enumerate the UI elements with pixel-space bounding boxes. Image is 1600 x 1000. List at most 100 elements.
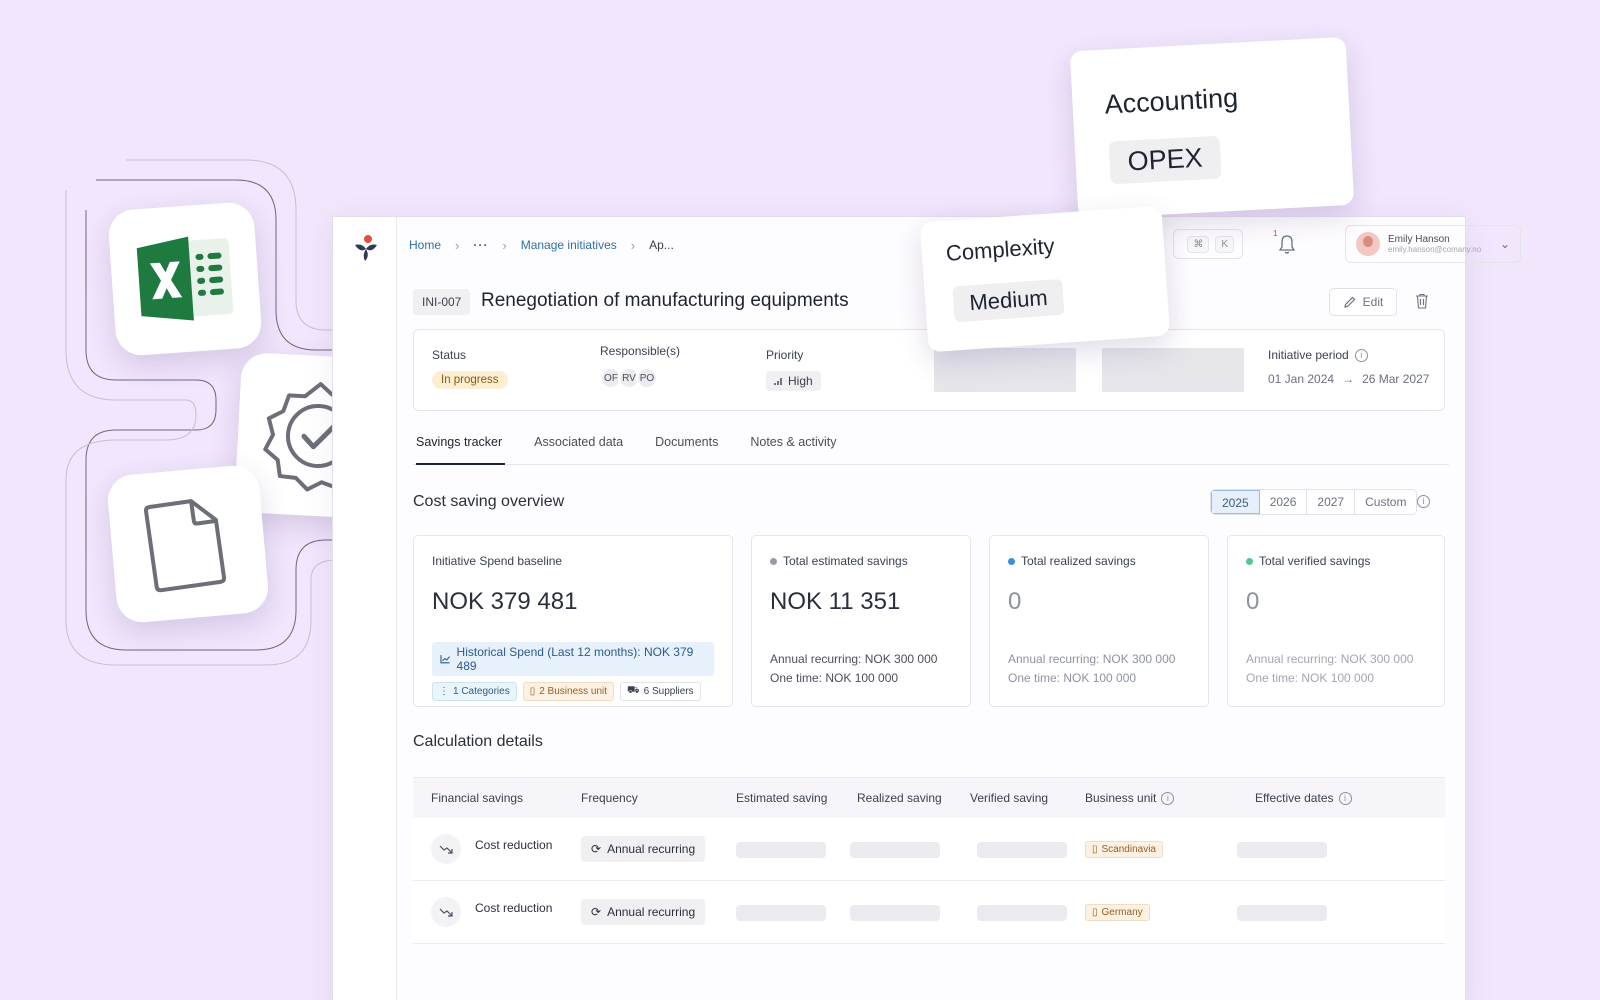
year-option[interactable]: 2027 bbox=[1307, 490, 1356, 514]
refresh-icon: ⟳ bbox=[591, 842, 602, 856]
period-end: 26 Mar 2027 bbox=[1362, 372, 1430, 386]
annual-recurring: Annual recurring: NOK 300 000 bbox=[770, 652, 938, 666]
refresh-icon: ⟳ bbox=[591, 905, 602, 919]
page-title: Renegotiation of manufacturing equipment… bbox=[481, 290, 849, 311]
year-option-custom[interactable]: Custom bbox=[1355, 490, 1416, 514]
card-label-text: Total realized savings bbox=[1021, 554, 1136, 568]
breadcrumb-home[interactable]: Home bbox=[409, 238, 441, 252]
header-verified: Verified saving bbox=[970, 791, 1049, 805]
dates-skeleton bbox=[1237, 905, 1327, 921]
info-icon[interactable]: i bbox=[1417, 495, 1430, 508]
breadcrumb-manage-initiatives[interactable]: Manage initiatives bbox=[521, 238, 617, 252]
priority-value: High bbox=[788, 374, 813, 388]
business-unit-chip[interactable]: ▯ 2 Business unit bbox=[522, 682, 615, 701]
business-unit-chip-text: 2 Business unit bbox=[539, 686, 608, 697]
header-estimated: Estimated saving bbox=[736, 791, 828, 805]
business-unit-badge: ▯ Germany bbox=[1085, 904, 1150, 921]
edit-label: Edit bbox=[1362, 295, 1384, 309]
chevron-right-icon: › bbox=[502, 237, 507, 253]
complexity-card: Complexity Medium bbox=[919, 205, 1171, 353]
search-shortcut[interactable]: ⌘ K bbox=[1173, 229, 1243, 259]
trash-icon[interactable] bbox=[1415, 293, 1429, 309]
baseline-chips: ⋮ 1 Categories ▯ 2 Business unit ⛟ 6 Suppli… bbox=[432, 682, 714, 701]
responsible-avatars[interactable]: OF RV PO bbox=[600, 367, 680, 389]
dates-skeleton bbox=[1237, 842, 1327, 858]
complexity-title: Complexity bbox=[945, 233, 1056, 266]
series-dot bbox=[770, 557, 777, 565]
period-start: 01 Jan 2024 bbox=[1268, 372, 1335, 386]
status-badge[interactable]: In progress bbox=[432, 371, 508, 389]
user-email: emily.hanson@comany.no bbox=[1388, 245, 1482, 254]
series-dot bbox=[1246, 557, 1253, 565]
breadcrumb-more[interactable]: ··· bbox=[473, 238, 488, 252]
tab-documents[interactable]: Documents bbox=[652, 429, 721, 464]
header-realized: Realized saving bbox=[857, 791, 942, 805]
verified-skeleton bbox=[977, 842, 1067, 858]
hierarchy-icon: ⋮ bbox=[439, 686, 449, 697]
tab-savings-tracker[interactable]: Savings tracker bbox=[413, 429, 506, 465]
header-business: Business unit i bbox=[1085, 791, 1175, 805]
period-label-text: Initiative period bbox=[1268, 348, 1349, 362]
savings-type: Cost reduction bbox=[475, 901, 553, 915]
year-option[interactable]: 2026 bbox=[1260, 490, 1308, 514]
estimated-breakdown: Annual recurring: NOK 300 000 One time: … bbox=[770, 650, 952, 688]
info-icon[interactable]: i bbox=[1161, 791, 1175, 805]
verified-breakdown: Annual recurring: NOK 300 000 One time: … bbox=[1246, 650, 1426, 688]
verified-value: 0 bbox=[1246, 588, 1260, 615]
suppliers-chip-text: 6 Suppliers bbox=[643, 686, 694, 697]
initiative-id: INI-007 bbox=[413, 289, 471, 315]
bell-icon[interactable] bbox=[1277, 233, 1297, 255]
info-icon[interactable]: i bbox=[1338, 791, 1352, 805]
breadcrumb: Home › ··· › Manage initiatives › Ap... bbox=[409, 235, 674, 255]
series-dot bbox=[1008, 557, 1015, 565]
building-icon: ▯ bbox=[529, 686, 536, 697]
tab-bar: Savings tracker Associated data Document… bbox=[413, 429, 1449, 465]
estimated-value: NOK 11 351 bbox=[770, 588, 901, 615]
user-menu[interactable]: Emily Hanson emily.hanson@comany.no ⌄ bbox=[1345, 225, 1521, 263]
calculation-table: Financial savings Frequency Estimated sa… bbox=[413, 777, 1445, 944]
excel-tile bbox=[107, 201, 263, 357]
categories-chip-text: 1 Categories bbox=[453, 686, 510, 697]
verified-skeleton bbox=[977, 905, 1067, 921]
accounting-title: Accounting bbox=[1103, 82, 1239, 120]
year-option[interactable]: 2025 bbox=[1211, 490, 1260, 514]
savings-type: Cost reduction bbox=[475, 838, 553, 852]
priority-label: Priority bbox=[766, 348, 804, 362]
verified-savings-card: Total verified savings 0 Annual recurrin… bbox=[1227, 535, 1445, 707]
tab-notes-activity[interactable]: Notes & activity bbox=[747, 429, 839, 464]
app-logo-icon[interactable] bbox=[351, 233, 381, 263]
breadcrumb-current: Ap... bbox=[649, 238, 674, 252]
accounting-value: OPEX bbox=[1108, 135, 1222, 185]
estimated-savings-card: Total estimated savings NOK 11 351 Annua… bbox=[751, 535, 971, 707]
historical-spend-text: Historical Spend (Last 12 months): NOK 3… bbox=[456, 645, 694, 673]
line-chart-icon bbox=[440, 655, 450, 664]
historical-spend-badge[interactable]: Historical Spend (Last 12 months): NOK 3… bbox=[432, 642, 714, 676]
priority-badge[interactable]: High bbox=[766, 371, 821, 391]
trend-down-icon bbox=[431, 897, 461, 927]
placeholder-block bbox=[934, 348, 1076, 392]
realized-breakdown: Annual recurring: NOK 300 000 One time: … bbox=[1008, 650, 1190, 688]
estimated-skeleton bbox=[736, 905, 826, 921]
status-label: Status bbox=[432, 348, 467, 362]
edit-button[interactable]: Edit bbox=[1329, 288, 1397, 316]
document-icon bbox=[144, 499, 227, 593]
frequency-badge: ⟳ Annual recurring bbox=[581, 836, 706, 862]
app-window: Home › ··· › Manage initiatives › Ap... … bbox=[332, 216, 1521, 1000]
one-time: One time: NOK 100 000 bbox=[770, 671, 899, 685]
info-icon[interactable]: i bbox=[1354, 348, 1368, 362]
realized-savings-card: Total realized savings 0 Annual recurrin… bbox=[989, 535, 1209, 707]
table-row[interactable]: Cost reduction ⟳ Annual recurring ▯ Scandi… bbox=[413, 818, 1445, 881]
table-row[interactable]: Cost reduction ⟳ Annual recurring ▯ German… bbox=[413, 881, 1445, 944]
building-icon: ▯ bbox=[1092, 844, 1098, 855]
complexity-value: Medium bbox=[952, 278, 1065, 323]
chevron-right-icon: › bbox=[630, 237, 636, 253]
categories-chip[interactable]: ⋮ 1 Categories bbox=[432, 682, 517, 701]
tab-associated-data[interactable]: Associated data bbox=[531, 429, 626, 464]
business-unit-badge: ▯ Scandinavia bbox=[1085, 841, 1163, 858]
frequency-text: Annual recurring bbox=[607, 905, 696, 919]
business-unit-text: Germany bbox=[1101, 907, 1143, 918]
suppliers-chip[interactable]: ⛟ 6 Suppliers bbox=[620, 682, 701, 701]
one-time: One time: NOK 100 000 bbox=[1246, 671, 1375, 685]
business-unit-text: Scandinavia bbox=[1101, 844, 1156, 855]
realized-skeleton bbox=[850, 905, 940, 921]
